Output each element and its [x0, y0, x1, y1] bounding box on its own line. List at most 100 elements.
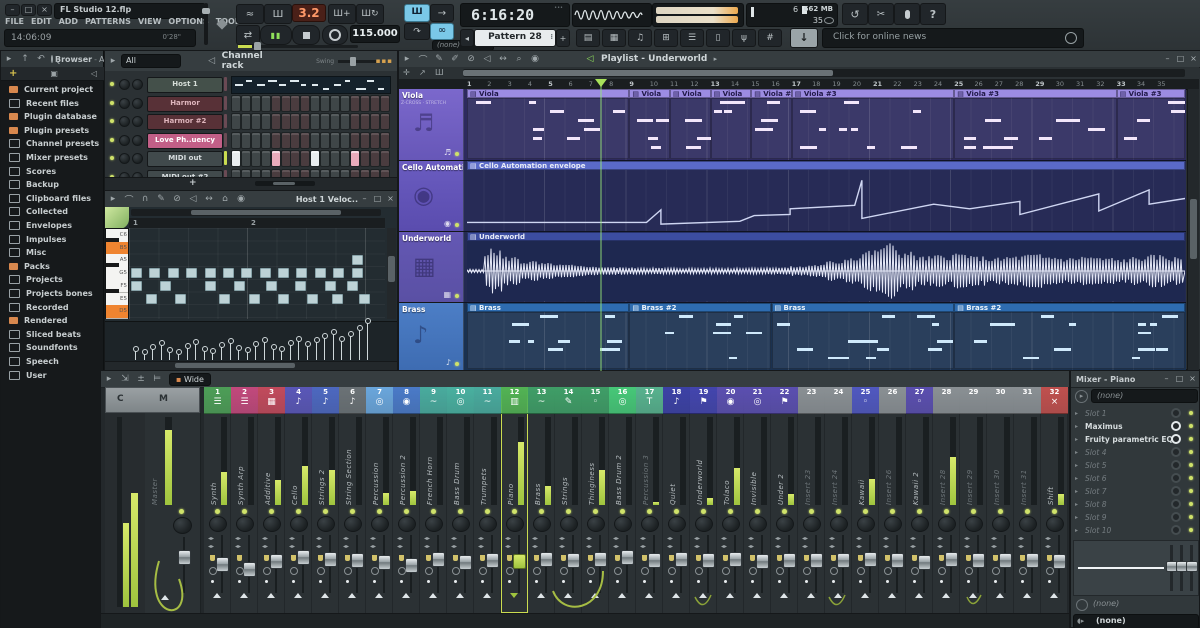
velocity-head[interactable]: [219, 342, 225, 348]
step-cell[interactable]: [359, 94, 370, 112]
fx-slot-arrow-icon[interactable]: ▸: [1075, 462, 1078, 469]
pr-mute-icon[interactable]: ◁: [186, 193, 200, 205]
step-cell[interactable]: [320, 169, 331, 177]
strip-main-knob[interactable]: [263, 516, 281, 532]
track-header-brass[interactable]: Brass ♪ ♪: [399, 303, 463, 371]
strip-main-knob[interactable]: [506, 516, 524, 532]
channel-pan-knob[interactable]: [119, 134, 130, 146]
clip-viola-3[interactable]: ▤ Viola #3: [954, 89, 1117, 159]
strip-arm-icon[interactable]: [452, 567, 460, 575]
strip-main-knob[interactable]: [1019, 516, 1037, 532]
strip-plug-icon[interactable]: [858, 555, 863, 561]
strip-led[interactable]: [1025, 509, 1030, 514]
step-cell[interactable]: [369, 131, 380, 149]
step-cell[interactable]: [369, 113, 380, 131]
velocity-head[interactable]: [253, 341, 260, 347]
strip-header[interactable]: 22 ⚑: [771, 387, 798, 414]
strip-route-icon[interactable]: [483, 593, 491, 598]
strip-main-knob[interactable]: [911, 516, 929, 532]
strip-led[interactable]: [323, 509, 328, 514]
step-cell[interactable]: [280, 169, 291, 177]
step-cell[interactable]: [270, 131, 281, 149]
strip-led[interactable]: [566, 509, 571, 514]
strip-fader-handle[interactable]: [378, 554, 391, 570]
strip-fader-handle[interactable]: [432, 552, 445, 568]
mixer-strip-bass-drum-2[interactable]: 16 ◎ Bass Drum 2 ◂▸ ◂▸: [609, 387, 636, 613]
midi-note[interactable]: [358, 294, 370, 304]
clip-brass-2[interactable]: ▤ Brass #2: [954, 303, 1185, 369]
strip-plug-icon[interactable]: [399, 555, 404, 561]
midi-note[interactable]: [248, 294, 260, 304]
strip-arm-icon[interactable]: [911, 567, 919, 575]
master-volume-knob[interactable]: [173, 517, 192, 534]
pr-slide-icon[interactable]: ↔: [202, 193, 216, 205]
step-cell[interactable]: [280, 113, 291, 131]
midi-note[interactable]: [167, 268, 179, 278]
pr-velocity-lane[interactable]: [105, 318, 397, 362]
velocity-head[interactable]: [176, 349, 182, 355]
mixer-strip-bass-drum[interactable]: 10 ◎ Bass Drum ◂▸ ◂▸: [447, 387, 474, 613]
strip-main-knob[interactable]: [371, 516, 389, 532]
strip-arm-icon[interactable]: [506, 567, 514, 575]
rack-hscrollbar[interactable]: [255, 181, 315, 186]
strip-header[interactable]: 7 ◎: [366, 387, 393, 414]
mixer-view-select[interactable]: ▪ Wide: [169, 372, 211, 386]
strip-header[interactable]: 25 ◦: [852, 387, 879, 414]
strip-header[interactable]: 32 ×: [1041, 387, 1068, 414]
step-cell[interactable]: [300, 94, 311, 112]
strip-route-icon[interactable]: [591, 593, 599, 598]
browser-item-plugin-database[interactable]: Plugin database: [1, 110, 105, 123]
strip-route-icon[interactable]: [375, 593, 383, 598]
channel-volume-knob[interactable]: [132, 134, 143, 146]
strip-main-knob[interactable]: [884, 516, 902, 532]
strip-header[interactable]: 17 T: [636, 387, 663, 414]
menu-item-add[interactable]: ADD: [59, 17, 78, 28]
strip-fader-handle[interactable]: [1053, 553, 1066, 569]
step-cell[interactable]: [250, 113, 261, 131]
fx-slot-2[interactable]: ▸ Maximus: [1071, 420, 1199, 433]
strip-arm-icon[interactable]: [938, 567, 946, 575]
step-cell[interactable]: [250, 131, 261, 149]
channel-target-slider[interactable]: [224, 114, 227, 129]
mixer-strip-insert-26[interactable]: 26 Insert 26 ◂▸ ◂▸: [879, 387, 906, 613]
step-cell[interactable]: [320, 150, 331, 168]
channel-pan-knob[interactable]: [119, 153, 130, 165]
strip-fader-handle[interactable]: [567, 553, 580, 568]
fx-slot-led[interactable]: [1189, 489, 1193, 493]
mixer-strip-trumpets[interactable]: 11 ~ Trumpets ◂▸ ◂▸: [474, 387, 501, 613]
strip-fader-handle[interactable]: [216, 556, 229, 572]
strip-plug-icon[interactable]: [372, 555, 377, 561]
browser-item-backup[interactable]: Backup: [1, 178, 105, 191]
strip-main-knob[interactable]: [830, 516, 848, 532]
pl-mute-icon[interactable]: ◁: [480, 53, 494, 65]
strip-main-knob[interactable]: [938, 516, 956, 532]
strip-route-icon[interactable]: [618, 593, 626, 598]
strip-arm-icon[interactable]: [560, 567, 568, 575]
strip-led[interactable]: [350, 509, 355, 514]
fx-input-select[interactable]: (none): [1091, 389, 1198, 403]
strip-header[interactable]: 3 ▦: [258, 387, 285, 414]
strip-route-icon[interactable]: [321, 593, 329, 598]
strip-header[interactable]: 23: [798, 387, 825, 414]
strip-plug-icon[interactable]: [804, 555, 809, 561]
strip-led[interactable]: [998, 509, 1003, 514]
channel-pan-knob[interactable]: [119, 79, 130, 90]
pr-close-button[interactable]: ×: [384, 194, 397, 204]
step-cell[interactable]: [330, 131, 340, 149]
midi-note[interactable]: [259, 268, 271, 278]
pl-playback-icon[interactable]: ◉: [528, 53, 542, 65]
strip-arm-icon[interactable]: [1019, 567, 1027, 575]
strip-header[interactable]: 1 ☰: [204, 387, 231, 414]
strip-led[interactable]: [215, 509, 220, 514]
strip-plug-icon[interactable]: [939, 555, 944, 561]
velocity-head[interactable]: [287, 340, 294, 346]
midi-note[interactable]: [241, 268, 253, 278]
velocity-head[interactable]: [365, 318, 372, 324]
midi-note[interactable]: [222, 268, 234, 278]
step-cell[interactable]: [330, 150, 340, 168]
strip-arm-icon[interactable]: [533, 567, 541, 575]
strip-arm-icon[interactable]: [1046, 567, 1054, 575]
clip-viola[interactable]: ▤ Viola: [629, 89, 670, 159]
step-cell[interactable]: [250, 150, 261, 168]
track-lane-cello-automation[interactable]: ▤ Cello Automation envelope: [463, 161, 1186, 232]
